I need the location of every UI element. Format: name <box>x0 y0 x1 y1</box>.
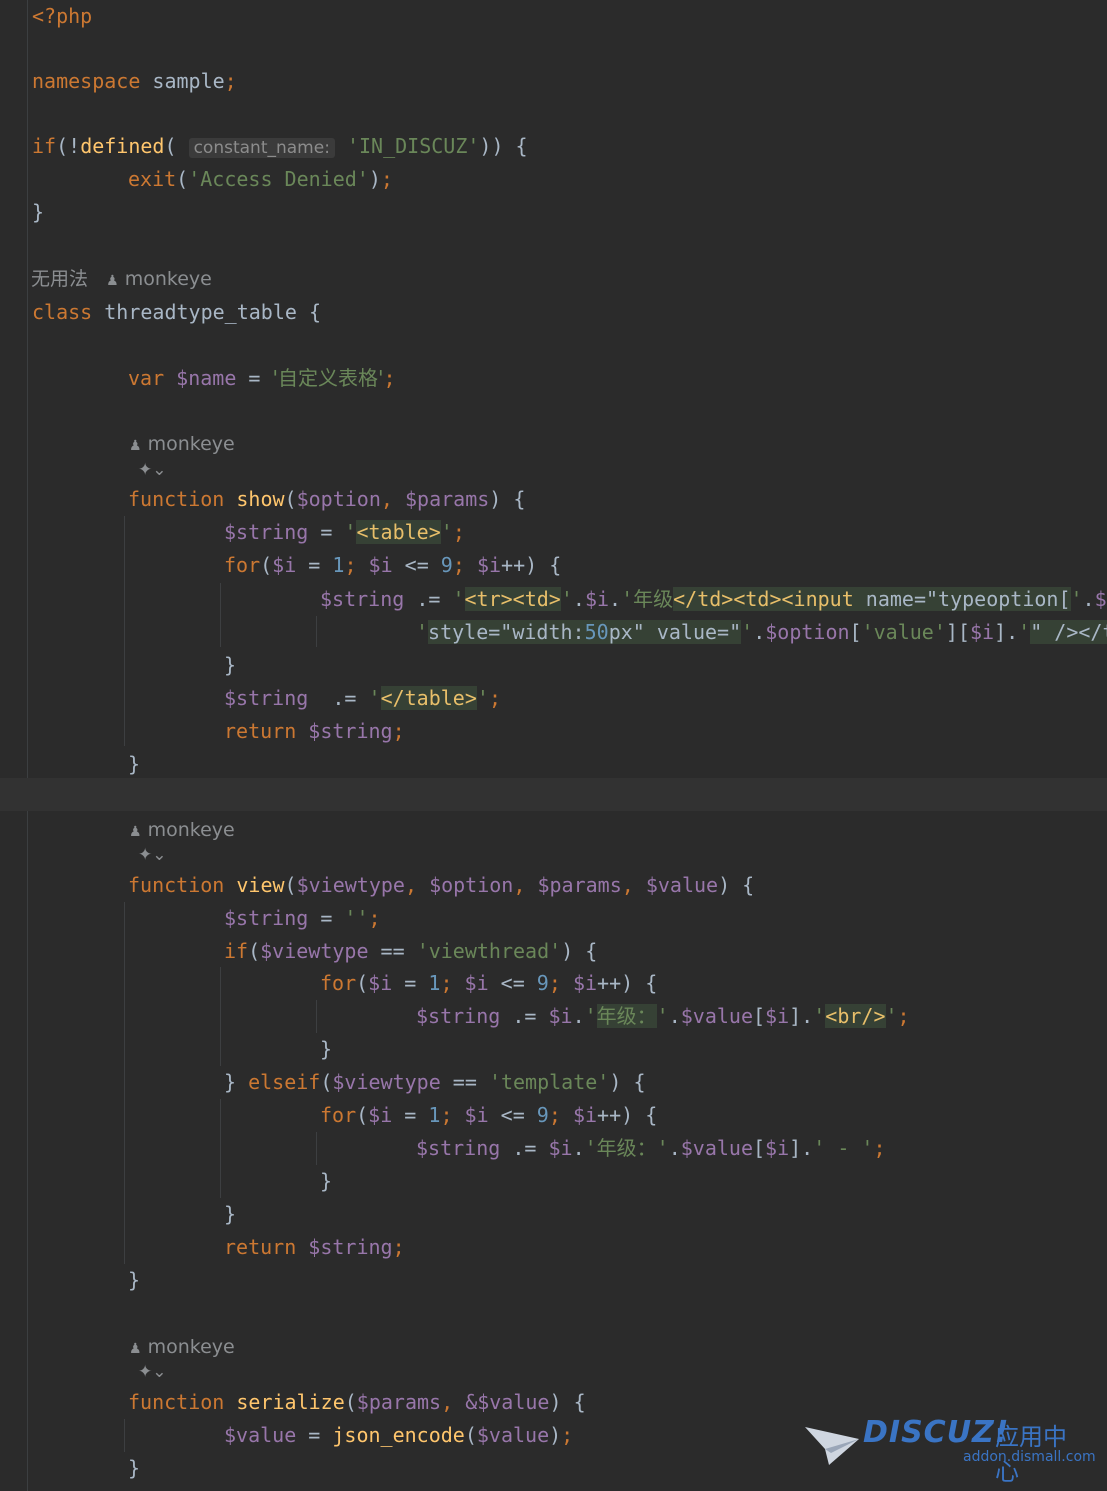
indent-guide <box>220 583 221 647</box>
code-vision-row: ♟ monkeye <box>129 431 235 459</box>
code-line: return $string; <box>224 1235 405 1259</box>
watermark-url: addon.dismall.com <box>963 1449 1096 1465</box>
code-line: } <box>224 653 237 677</box>
person-icon: ♟ <box>129 1341 142 1357</box>
ai-assistant-icon[interactable]: ✦⌄ <box>138 1362 167 1382</box>
code-line: } <box>128 752 141 776</box>
code-line: if($viewtype == 'viewthread') { <box>224 939 598 963</box>
watermark: DISCUZ! 应用中心 addon.dismall.com <box>805 1415 1096 1486</box>
code-line: for($i = 1; $i <= 9; $i++) { <box>224 553 562 577</box>
author-name[interactable]: monkeye <box>148 433 235 455</box>
code-vision-row: 无用法 ♟ monkeye <box>31 266 212 294</box>
person-icon: ♟ <box>129 438 142 454</box>
indent-guide <box>220 1099 221 1198</box>
code-line: } <box>320 1169 333 1193</box>
indent-guide <box>220 967 221 1066</box>
code-line: function show($option, $params) { <box>128 487 526 511</box>
parameter-hint: constant_name: <box>188 138 335 158</box>
person-icon: ♟ <box>129 824 142 840</box>
indent-guide <box>124 516 125 746</box>
code-line: if(!defined( constant_name: 'IN_DISCUZ')… <box>32 134 528 158</box>
code-line: } <box>320 1037 333 1061</box>
paper-plane-icon <box>805 1427 859 1465</box>
usage-hint[interactable]: 无用法 <box>31 268 88 290</box>
ai-assistant-icon[interactable]: ✦⌄ <box>138 460 167 480</box>
code-line: function serialize($params, &$value) { <box>128 1390 586 1414</box>
code-line: function view($viewtype, $option, $param… <box>128 873 755 897</box>
caret-line-highlight <box>0 778 1107 811</box>
code-line: namespace sample; <box>32 69 237 93</box>
indent-guide <box>124 902 125 1264</box>
code-line: <?php <box>32 4 93 28</box>
code-line: } <box>32 200 45 224</box>
code-line: $string .= '</table>'; <box>224 686 501 710</box>
code-line: $string = ''; <box>224 906 381 930</box>
gutter-separator <box>27 0 28 1491</box>
code-line: $string = '<table>'; <box>224 520 465 544</box>
ai-assistant-icon[interactable]: ✦⌄ <box>138 845 167 865</box>
code-line: 'style="width:50px" value="'.$option['va… <box>416 616 1107 649</box>
indent-guide <box>124 1419 125 1452</box>
code-line: return $string; <box>224 719 405 743</box>
author-name[interactable]: monkeye <box>148 819 235 841</box>
code-line: exit('Access Denied'); <box>128 167 393 191</box>
code-line: } <box>224 1202 237 1226</box>
author-name[interactable]: monkeye <box>125 268 212 290</box>
indent-guide <box>316 1000 317 1033</box>
code-line: for($i = 1; $i <= 9; $i++) { <box>320 971 658 995</box>
discuz-logo: DISCUZ! <box>863 1415 1010 1450</box>
code-line: } <box>128 1456 141 1480</box>
code-vision-row: ♟ monkeye <box>129 817 235 845</box>
code-vision-row: ♟ monkeye <box>129 1334 235 1362</box>
code-line: var $name = '自定义表格'; <box>128 366 396 390</box>
code-line: $value = json_encode($value); <box>224 1423 574 1447</box>
person-icon: ♟ <box>106 273 119 289</box>
author-name[interactable]: monkeye <box>148 1336 235 1358</box>
code-line: $string .= $i.'年级：'.$value[$i].'<br/>'; <box>416 1004 910 1028</box>
code-line: for($i = 1; $i <= 9; $i++) { <box>320 1103 658 1127</box>
code-line: class threadtype_table { <box>32 300 322 324</box>
indent-guide <box>316 616 317 647</box>
code-line: } elseif($viewtype == 'template') { <box>224 1070 646 1094</box>
code-line: $string .= '<tr><td>'.$i.'年级</td><td><in… <box>320 587 1107 611</box>
code-line: } <box>128 1268 141 1292</box>
code-line: $string .= $i.'年级：'.$value[$i].' - '; <box>416 1136 886 1160</box>
indent-guide <box>316 1132 317 1165</box>
